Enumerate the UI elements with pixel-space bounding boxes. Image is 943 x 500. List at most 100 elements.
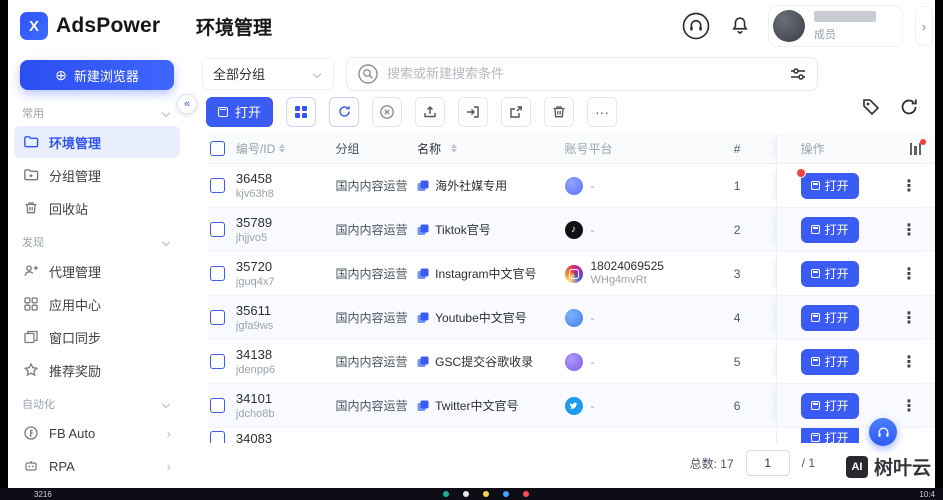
- toolbar: 打开 ···: [186, 90, 935, 128]
- tag-icon[interactable]: [861, 97, 881, 117]
- more-actions-button[interactable]: ···: [587, 96, 618, 127]
- row-checkbox[interactable]: [210, 266, 225, 281]
- taskbar-icons: [442, 491, 529, 497]
- notification-badge: [795, 167, 806, 178]
- refresh-icon-button[interactable]: [329, 96, 360, 127]
- circle-x-icon: [380, 104, 394, 119]
- sidebar-item-recycle-bin[interactable]: 回收站: [14, 192, 180, 224]
- open-button[interactable]: 打开: [795, 167, 859, 199]
- sidebar-item-rewards[interactable]: 推荐奖励: [14, 354, 180, 386]
- search-box: [346, 56, 818, 91]
- screen: X AdsPower 环境管理 成员 › ⊕ 新建浏览器 常用 环境管理 分组管…: [0, 0, 943, 500]
- sort-icon[interactable]: [451, 144, 458, 153]
- new-browser-button[interactable]: ⊕ 新建浏览器: [20, 60, 174, 90]
- open-selected-button[interactable]: 打开: [206, 96, 274, 127]
- open-button[interactable]: 打开: [800, 260, 859, 287]
- sidebar-item-app-center[interactable]: 应用中心: [14, 288, 180, 320]
- browser-window-icon: [810, 357, 820, 366]
- row-checkbox[interactable]: [210, 431, 225, 443]
- notification-dot: [920, 138, 927, 145]
- row-checkbox[interactable]: [210, 354, 225, 369]
- topbar: X AdsPower 环境管理 成员 ›: [8, 0, 935, 52]
- customer-service-float-button[interactable]: [869, 418, 897, 446]
- toolbar-right: [861, 97, 919, 117]
- column-settings-icon[interactable]: [909, 138, 927, 155]
- export-upload-icon-button[interactable]: [415, 96, 446, 127]
- platform-icon-generic: [564, 352, 583, 371]
- sidebar-item-window-sync[interactable]: 窗口同步: [14, 321, 180, 353]
- sidebar-item-environments[interactable]: 环境管理: [14, 126, 180, 158]
- environments-table: 编号/ID 分组 名称 账号平台 # 操作 36458 kjv63h8 国内内容运…: [208, 134, 935, 443]
- folder-icon: [24, 136, 39, 148]
- taskbar-app-icon[interactable]: [462, 491, 469, 497]
- site-icon: [417, 268, 429, 279]
- taskbar-app-icon[interactable]: [442, 491, 449, 497]
- instagram-icon: [564, 264, 583, 283]
- taskbar-app-icon[interactable]: [502, 491, 509, 497]
- platform-icon-generic: [564, 176, 583, 195]
- avatar: [773, 10, 805, 42]
- sidebar-item-proxy[interactable]: 代理管理: [14, 255, 180, 287]
- row-checkbox[interactable]: [210, 222, 225, 237]
- row-more-icon[interactable]: ⋮: [901, 176, 917, 196]
- chevron-down-icon: [161, 399, 171, 409]
- taskbar-app-icon[interactable]: [522, 491, 529, 497]
- sidebar-section-automation[interactable]: 自动化: [8, 387, 186, 416]
- browser-window-icon: [810, 432, 820, 442]
- open-button[interactable]: 打开: [800, 348, 859, 375]
- open-button[interactable]: 打开: [800, 428, 859, 443]
- row-checkbox[interactable]: [210, 398, 225, 413]
- site-icon: [417, 224, 429, 235]
- row-more-icon[interactable]: ⋮: [901, 352, 917, 372]
- table-row: 34083 打开: [208, 428, 935, 443]
- browser-window-icon: [810, 401, 820, 410]
- row-more-icon[interactable]: ⋮: [901, 308, 917, 328]
- open-button[interactable]: 打开: [800, 304, 859, 331]
- open-button[interactable]: 打开: [800, 216, 859, 243]
- user-account[interactable]: 成员: [768, 5, 903, 47]
- taskbar-app-icon[interactable]: [482, 491, 489, 497]
- sort-icon[interactable]: [279, 144, 286, 153]
- page-number-input[interactable]: [745, 450, 790, 476]
- adspower-logo-icon: X: [20, 12, 48, 40]
- browser-window-icon: [218, 106, 228, 117]
- taskbar-clock: 10:4: [919, 489, 935, 499]
- row-more-icon[interactable]: ⋮: [901, 264, 917, 284]
- select-all-checkbox[interactable]: [210, 141, 225, 156]
- batch-windows-icon-button[interactable]: [286, 96, 317, 127]
- row-checkbox[interactable]: [210, 178, 225, 193]
- star-icon: [23, 362, 39, 377]
- import-icon-button[interactable]: [458, 96, 489, 127]
- sidebar-item-rpa[interactable]: RPA ›: [14, 450, 180, 482]
- support-icon[interactable]: [680, 10, 712, 42]
- row-more-icon[interactable]: ⋮: [901, 396, 917, 416]
- reload-table-icon[interactable]: [899, 97, 919, 117]
- open-button[interactable]: 打开: [800, 392, 859, 419]
- row-more-icon[interactable]: ⋮: [901, 220, 917, 240]
- notifications-bell-icon[interactable]: [724, 10, 756, 42]
- row-checkbox[interactable]: [210, 310, 225, 325]
- member-label: 成员: [814, 28, 836, 41]
- adspower-window: X AdsPower 环境管理 成员 › ⊕ 新建浏览器 常用 环境管理 分组管…: [8, 0, 935, 488]
- watermark-text: 树叶云: [873, 458, 931, 479]
- delete-icon-button[interactable]: [544, 96, 575, 127]
- account-expand-chevron-icon[interactable]: ›: [915, 6, 933, 46]
- group-filter-select[interactable]: 全部分组: [202, 57, 334, 90]
- search-icon: [358, 63, 378, 84]
- sidebar-section-common[interactable]: 常用: [8, 96, 186, 125]
- sidebar-item-groups[interactable]: 分组管理: [14, 159, 180, 191]
- upload-icon: [424, 105, 436, 117]
- table-row: 35789 jhjjvo5 国内内容运营 Tiktok官号 ♪ - 2 打开 ⋮: [208, 208, 935, 252]
- sidebar-collapse-button[interactable]: «: [177, 94, 197, 114]
- os-taskbar: 3216 10:4: [0, 488, 943, 500]
- chevron-right-icon: ›: [166, 425, 171, 441]
- filter-row: 全部分组: [186, 52, 935, 91]
- close-all-icon-button[interactable]: [372, 96, 403, 127]
- search-input[interactable]: [387, 66, 781, 81]
- total-count: 总数: 17: [689, 456, 734, 471]
- sidebar-item-fb-auto[interactable]: FB Auto ›: [14, 417, 180, 449]
- sidebar-section-discover[interactable]: 发现: [8, 225, 186, 254]
- filter-sliders-icon[interactable]: [789, 65, 807, 83]
- share-export-icon-button[interactable]: [501, 96, 532, 127]
- table-row: 34101 jdcho8b 国内内容运营 Twitter中文官号 - 6 打开 …: [208, 384, 935, 428]
